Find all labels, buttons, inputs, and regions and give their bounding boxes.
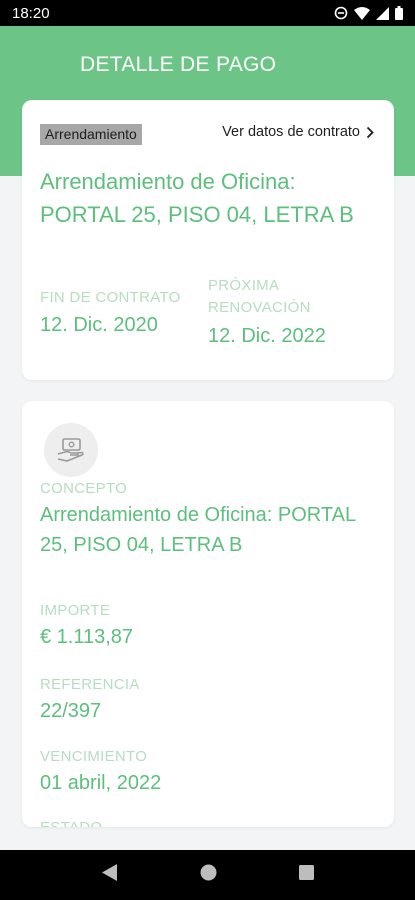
payment-card: CONCEPTO Arrendamiento de Oficina: PORTA… bbox=[22, 401, 394, 827]
back-triangle-icon bbox=[101, 864, 117, 881]
recents-button[interactable] bbox=[298, 865, 314, 885]
concept-label: CONCEPTO bbox=[40, 480, 128, 497]
due-date-label: VENCIMIENTO bbox=[40, 748, 148, 765]
renewal-value: 12. Dic. 2022 bbox=[208, 325, 326, 347]
status-bar: 18:20 bbox=[0, 0, 415, 26]
status-time: 18:20 bbox=[12, 4, 50, 22]
reference-value: 22/397 bbox=[40, 700, 102, 722]
cellular-signal-icon bbox=[376, 6, 389, 20]
reference-label: REFERENCIA bbox=[40, 676, 140, 693]
renewal-label: PRÓXIMA RENOVACIÓN bbox=[208, 277, 311, 316]
back-button[interactable] bbox=[101, 864, 118, 886]
status-label: ESTADO bbox=[40, 819, 102, 827]
due-date-value: 01 abril, 2022 bbox=[40, 772, 162, 794]
page-title: DETALLE DE PAGO bbox=[80, 53, 277, 76]
amount-label: IMPORTE bbox=[40, 602, 111, 619]
amount-value: € 1.113,87 bbox=[40, 626, 134, 648]
home-button[interactable] bbox=[200, 864, 217, 886]
status-icons bbox=[334, 6, 403, 20]
contract-title: Arrendamiento de Oficina: PORTAL 25, PIS… bbox=[40, 169, 354, 227]
contract-end-label: FIN DE CONTRATO bbox=[40, 289, 181, 306]
do-not-disturb-icon bbox=[334, 6, 348, 20]
contract-type-badge: Arrendamiento bbox=[40, 124, 142, 145]
contract-card: Arrendamiento Ver datos de contrato Arre… bbox=[22, 100, 394, 380]
view-contract-label: Ver datos de contrato bbox=[222, 124, 360, 140]
system-navigation-bar bbox=[0, 850, 415, 900]
contract-end-value: 12. Dic. 2020 bbox=[40, 314, 158, 336]
home-circle-icon bbox=[200, 864, 216, 881]
battery-icon bbox=[395, 6, 403, 20]
wifi-icon bbox=[354, 6, 370, 20]
chevron-right-icon bbox=[366, 126, 374, 138]
view-contract-link[interactable]: Ver datos de contrato bbox=[222, 124, 374, 140]
concept-value: Arrendamiento de Oficina: PORTAL 25, PIS… bbox=[40, 504, 356, 556]
recents-square-icon bbox=[298, 865, 314, 880]
payment-hand-icon bbox=[44, 423, 98, 477]
